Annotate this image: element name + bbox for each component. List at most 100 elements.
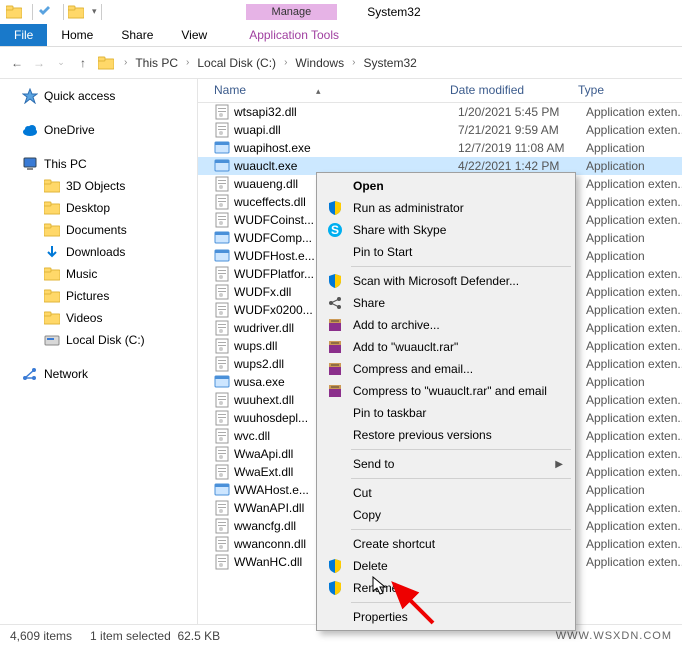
sidebar-item[interactable]: Videos <box>0 307 197 329</box>
cm-open[interactable]: Open <box>319 175 573 197</box>
defender-icon <box>327 273 343 289</box>
cm-rename[interactable]: Rename <box>319 577 573 599</box>
folder-icon <box>44 244 60 260</box>
cm-add-rar[interactable]: Add to "wuauclt.rar" <box>319 336 573 358</box>
navigation-pane: Quick access OneDrive This PC 3D Objects… <box>0 79 198 624</box>
ribbon: File Home Share View Application Tools <box>0 23 682 47</box>
sidebar-item[interactable]: Pictures <box>0 285 197 307</box>
file-row[interactable]: wuapi.dll7/21/2021 9:59 AMApplication ex… <box>198 121 682 139</box>
navbar: ← → ⌄ ↑ › This PC › Local Disk (C:) › Wi… <box>0 47 682 79</box>
sidebar-item[interactable]: Music <box>0 263 197 285</box>
cm-compress-email[interactable]: Compress and email... <box>319 358 573 380</box>
cm-pin-taskbar[interactable]: Pin to taskbar <box>319 402 573 424</box>
cm-share[interactable]: Share <box>319 292 573 314</box>
column-date[interactable]: Date modified <box>442 79 570 102</box>
forward-button[interactable]: → <box>28 52 50 74</box>
cm-run-as-admin[interactable]: Run as administrator <box>319 197 573 219</box>
tab-share[interactable]: Share <box>107 24 167 46</box>
file-date: 4/22/2021 1:42 PM <box>458 159 586 173</box>
file-type: Application exten... <box>586 267 682 281</box>
crumb-system32[interactable]: System32 <box>359 54 420 72</box>
cm-share-skype[interactable]: Share with Skype <box>319 219 573 241</box>
status-selection: 1 item selected 62.5 KB <box>90 629 220 643</box>
file-date: 12/7/2019 11:08 AM <box>458 141 586 155</box>
sidebar-item[interactable]: Downloads <box>0 241 197 263</box>
file-icon <box>214 446 230 462</box>
chevron-right-icon: ▶ <box>555 459 563 470</box>
column-name[interactable]: Name▴ <box>198 79 442 102</box>
folder-icon <box>44 332 60 348</box>
qat-chevron-icon[interactable]: ▾ <box>92 6 97 17</box>
file-icon <box>214 158 230 174</box>
file-type: Application exten... <box>586 195 682 209</box>
shield-icon <box>327 558 343 574</box>
file-icon <box>214 500 230 516</box>
recent-chevron-icon[interactable]: ⌄ <box>50 52 72 74</box>
column-type[interactable]: Type <box>570 79 682 102</box>
tab-file[interactable]: File <box>0 24 47 46</box>
folder-icon <box>6 4 22 20</box>
file-type: Application <box>586 231 682 245</box>
up-button[interactable]: ↑ <box>72 52 94 74</box>
cm-pin-start[interactable]: Pin to Start <box>319 241 573 263</box>
sidebar-onedrive[interactable]: OneDrive <box>0 119 197 141</box>
crumb-disk[interactable]: Local Disk (C:) <box>193 54 280 72</box>
file-row[interactable]: wtsapi32.dll1/20/2021 5:45 PMApplication… <box>198 103 682 121</box>
chevron-right-icon[interactable]: › <box>352 57 355 68</box>
cloud-icon <box>22 122 38 138</box>
sidebar-item[interactable]: Local Disk (C:) <box>0 329 197 351</box>
file-icon <box>214 392 230 408</box>
sidebar-thispc[interactable]: This PC <box>0 153 197 175</box>
cm-add-archive[interactable]: Add to archive... <box>319 314 573 336</box>
cm-defender[interactable]: Scan with Microsoft Defender... <box>319 270 573 292</box>
cm-restore-versions[interactable]: Restore previous versions <box>319 424 573 446</box>
file-type: Application exten... <box>586 429 682 443</box>
cm-send-to[interactable]: Send to▶ <box>319 453 573 475</box>
sidebar-network[interactable]: Network <box>0 363 197 385</box>
file-row[interactable]: wuapihost.exe12/7/2019 11:08 AMApplicati… <box>198 139 682 157</box>
sidebar-quick-access[interactable]: Quick access <box>0 85 197 107</box>
sidebar-item[interactable]: Desktop <box>0 197 197 219</box>
file-icon <box>214 176 230 192</box>
cm-delete[interactable]: Delete <box>319 555 573 577</box>
cm-compress-rar-email[interactable]: Compress to "wuauclt.rar" and email <box>319 380 573 402</box>
chevron-right-icon[interactable]: › <box>124 57 127 68</box>
qat-check-icon[interactable] <box>37 4 53 20</box>
tab-home[interactable]: Home <box>47 24 107 46</box>
manage-tab[interactable]: Manage <box>246 4 338 20</box>
file-icon <box>214 338 230 354</box>
crumb-thispc[interactable]: This PC <box>131 54 182 72</box>
tab-application-tools[interactable]: Application Tools <box>235 24 353 46</box>
cm-properties[interactable]: Properties <box>319 606 573 628</box>
file-icon <box>214 428 230 444</box>
file-icon <box>214 266 230 282</box>
file-icon <box>214 194 230 210</box>
sidebar-item[interactable]: 3D Objects <box>0 175 197 197</box>
crumb-windows[interactable]: Windows <box>291 54 348 72</box>
file-type: Application <box>586 159 682 173</box>
tab-view[interactable]: View <box>167 24 221 46</box>
file-icon <box>214 554 230 570</box>
titlebar: ▾ Manage System32 <box>0 0 682 23</box>
cm-create-shortcut[interactable]: Create shortcut <box>319 533 573 555</box>
watermark: WWW.WSXDN.COM <box>556 630 672 642</box>
file-name: wuapihost.exe <box>234 141 458 155</box>
file-date: 1/20/2021 5:45 PM <box>458 105 586 119</box>
folder-icon <box>44 222 60 238</box>
breadcrumb[interactable]: › This PC › Local Disk (C:) › Windows › … <box>124 54 421 72</box>
qat-folder-icon[interactable] <box>68 4 84 20</box>
file-icon <box>214 374 230 390</box>
chevron-right-icon[interactable]: › <box>186 57 189 68</box>
back-button[interactable]: ← <box>6 52 28 74</box>
file-type: Application exten... <box>586 123 682 137</box>
file-type: Application exten... <box>586 213 682 227</box>
shield-icon <box>327 200 343 216</box>
winrar-icon <box>327 317 343 333</box>
cm-copy[interactable]: Copy <box>319 504 573 526</box>
sidebar-item[interactable]: Documents <box>0 219 197 241</box>
chevron-right-icon[interactable]: › <box>284 57 287 68</box>
cm-cut[interactable]: Cut <box>319 482 573 504</box>
file-type: Application <box>586 375 682 389</box>
winrar-icon <box>327 339 343 355</box>
file-icon <box>214 122 230 138</box>
